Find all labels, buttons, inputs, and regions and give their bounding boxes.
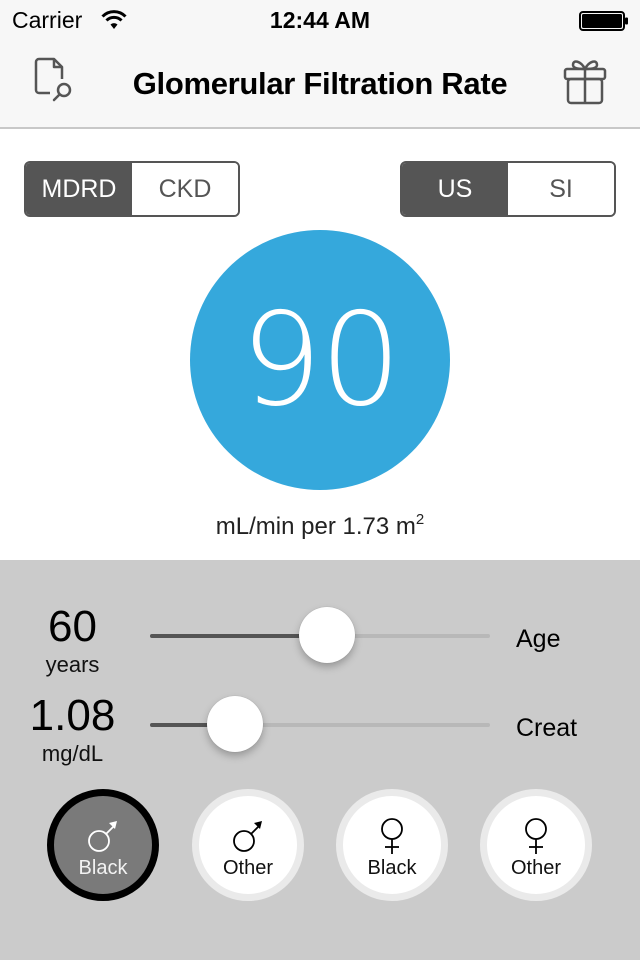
age-slider-thumb[interactable] — [298, 607, 355, 663]
segment-mdrd[interactable]: MDRD — [26, 163, 132, 215]
result-unit-superscript: 2 — [415, 511, 425, 528]
creat-label: Creat — [516, 714, 578, 742]
female-symbol-icon — [381, 817, 403, 854]
creat-unit: mg/dL — [41, 741, 104, 766]
segment-us[interactable]: US — [402, 163, 508, 215]
units-segmented-control: US SI — [400, 161, 616, 217]
result-circle: 90 — [190, 230, 450, 490]
gfr-result-value: 90 — [240, 285, 402, 435]
age-unit: years — [45, 652, 100, 677]
segment-ckd[interactable]: CKD — [132, 163, 238, 215]
group-button-female-black[interactable]: Black — [336, 789, 448, 901]
battery-full-icon — [579, 11, 628, 31]
clock: 12:44 AM — [269, 7, 371, 33]
age-label: Age — [516, 625, 561, 653]
page-title: Glomerular Filtration Rate — [132, 66, 508, 101]
gift-icon[interactable] — [562, 57, 608, 105]
female-symbol-icon — [525, 817, 547, 854]
result-unit-text: mL/min per 1.73 m — [215, 513, 416, 540]
navigation-bar: Glomerular Filtration Rate — [0, 40, 640, 129]
group-button-male-black[interactable]: Black — [47, 789, 159, 901]
creat-slider[interactable] — [150, 696, 490, 752]
group-label: Other — [510, 856, 562, 879]
creat-value: 1.08 — [29, 691, 116, 740]
formula-segmented-control: MDRD CKD — [24, 161, 240, 217]
group-label: Black — [78, 856, 128, 879]
group-button-male-other[interactable]: Other — [192, 789, 304, 901]
male-symbol-icon — [88, 820, 117, 852]
status-bar: Carrier 12:44 AM — [0, 0, 640, 40]
male-symbol-icon — [233, 820, 262, 852]
creat-slider-thumb[interactable] — [207, 696, 263, 752]
group-label: Black — [367, 856, 417, 879]
group-label: Other — [222, 856, 274, 879]
group-button-female-other[interactable]: Other — [480, 789, 592, 901]
age-value: 60 — [48, 602, 97, 651]
age-slider[interactable] — [150, 607, 490, 663]
segment-si[interactable]: SI — [508, 163, 614, 215]
result-unit: mL/min per 1.73 m2 — [0, 511, 640, 541]
